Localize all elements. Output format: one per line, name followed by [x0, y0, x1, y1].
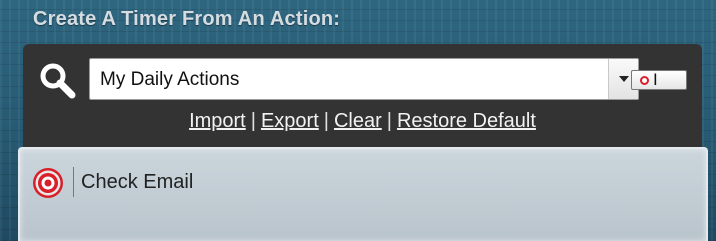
clear-link[interactable]: Clear [334, 110, 382, 132]
timer-panel: Create A Timer From An Action: My Daily … [0, 0, 716, 241]
actions-list: Check Email [18, 147, 708, 241]
panel-title: Create A Timer From An Action: [33, 8, 341, 30]
export-link[interactable]: Export [261, 110, 319, 132]
link-separator: | [250, 110, 256, 132]
link-separator: | [323, 110, 329, 132]
link-separator: | [386, 110, 392, 132]
action-list-value: My Daily Actions [100, 69, 240, 90]
record-dot-icon [640, 76, 649, 85]
action-list-select[interactable]: My Daily Actions [89, 58, 639, 100]
text-cursor-icon: Ⅰ [653, 70, 658, 89]
list-item[interactable]: Check Email [32, 163, 432, 199]
action-label: Check Email [81, 171, 194, 193]
item-divider [73, 167, 74, 197]
import-link[interactable]: Import [189, 110, 246, 132]
action-toolbar: My Daily Actions Ⅰ Import | Export | Clear | R… [23, 44, 702, 147]
target-icon[interactable] [32, 167, 64, 199]
record-cursor-button[interactable]: Ⅰ [631, 70, 687, 90]
search-icon[interactable] [37, 60, 77, 100]
action-links: Import | Export | Clear | Restore Default [23, 110, 702, 133]
restore-default-link[interactable]: Restore Default [397, 110, 536, 132]
